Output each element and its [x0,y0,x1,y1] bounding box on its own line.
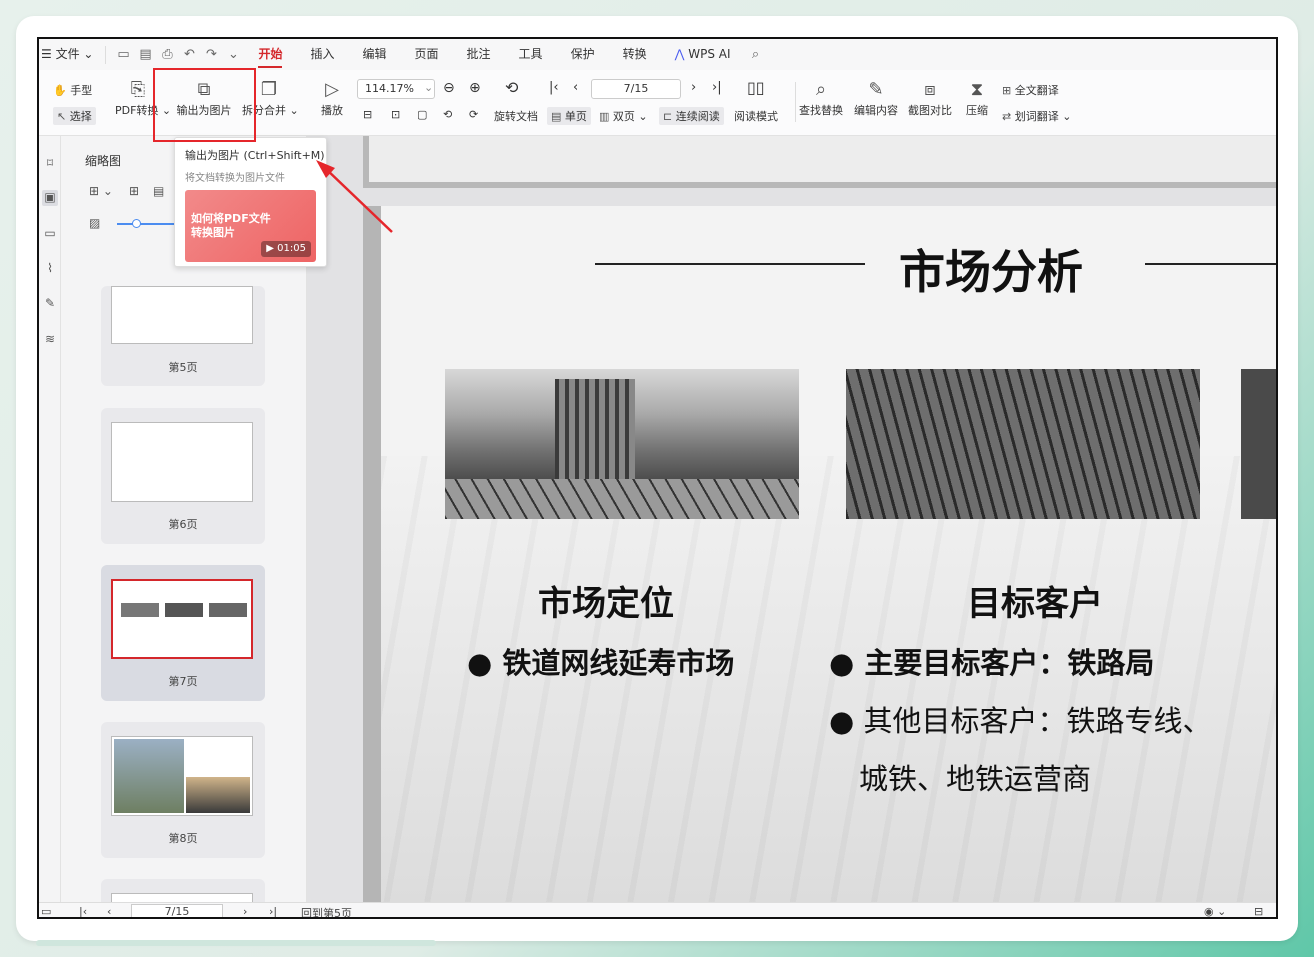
annotation-arrow [316,160,393,233]
